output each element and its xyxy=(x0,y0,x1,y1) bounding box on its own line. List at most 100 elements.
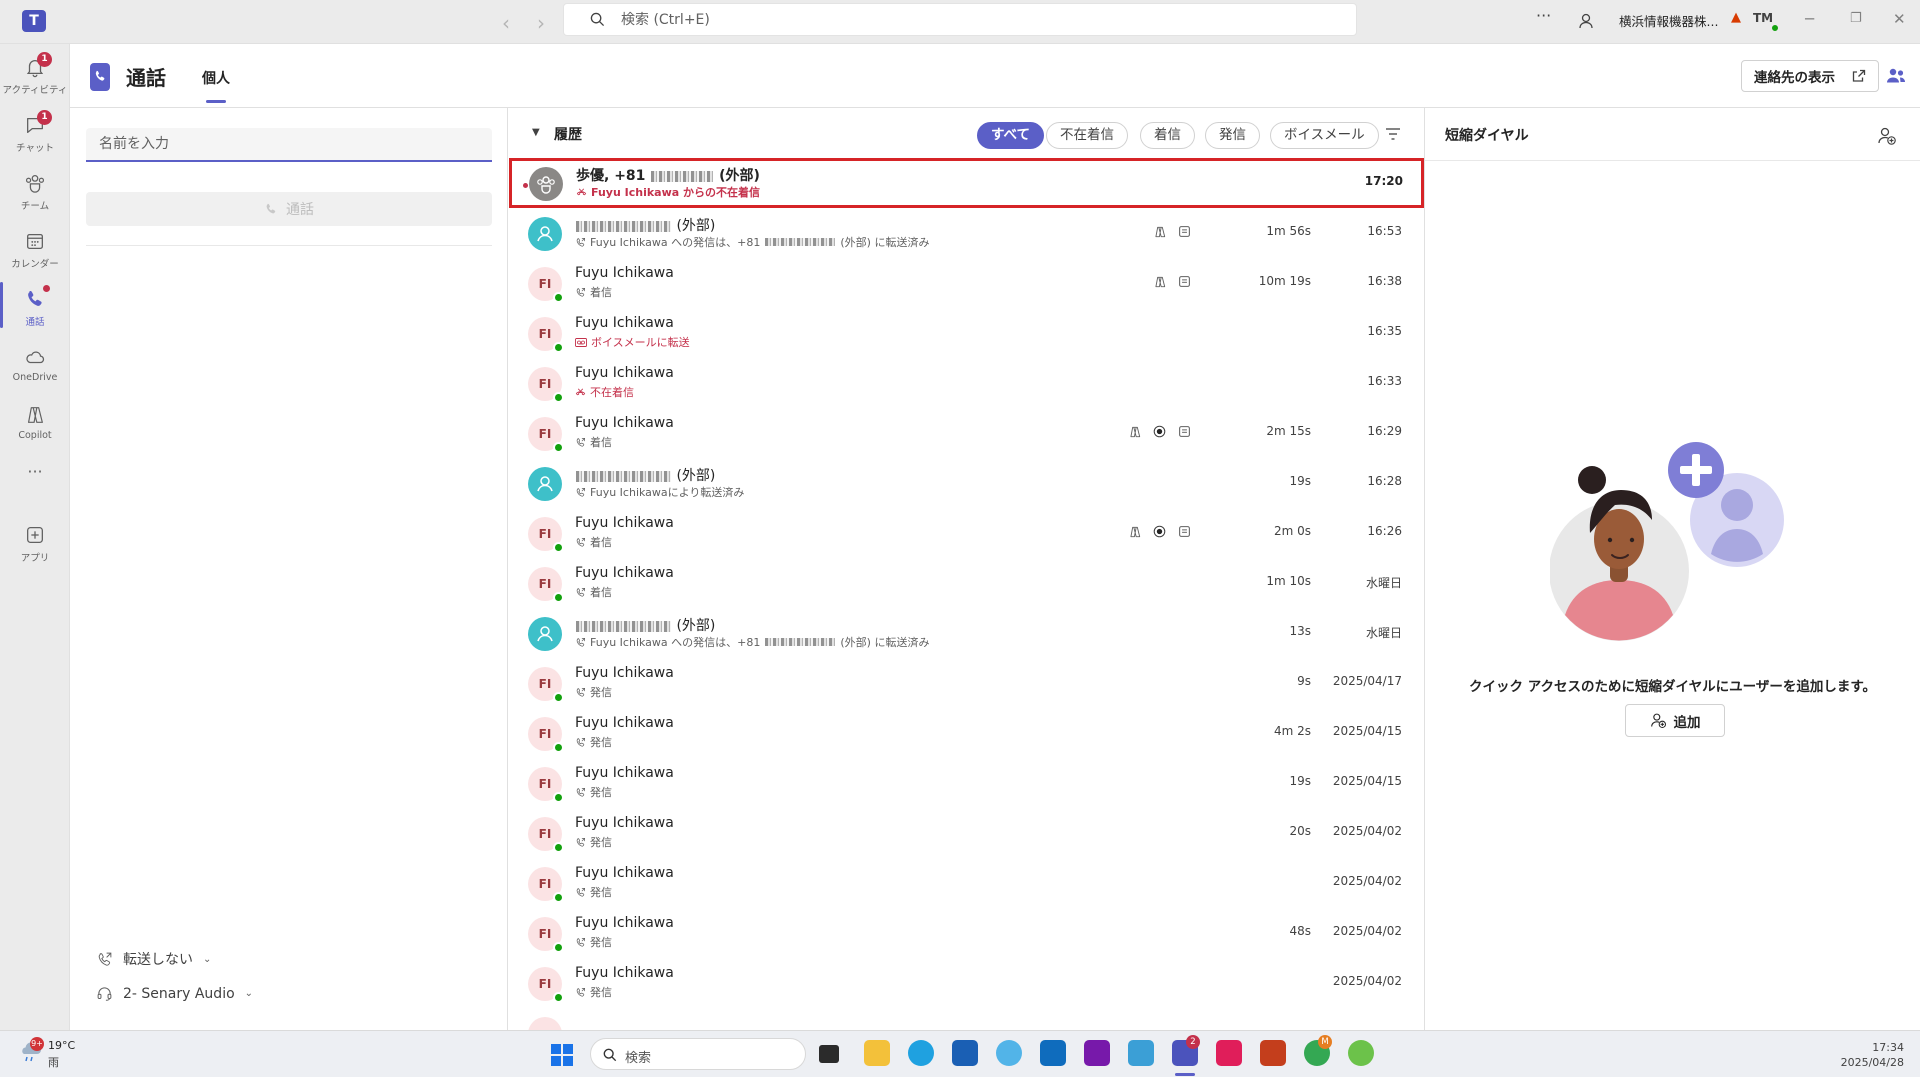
call-status: Fuyu Ichikawaにより転送済み xyxy=(575,484,744,500)
recap-icon[interactable] xyxy=(1178,225,1191,238)
call-direction-icon xyxy=(576,637,585,647)
copilot-icon[interactable] xyxy=(1128,425,1142,439)
recap-icon[interactable] xyxy=(1178,275,1191,288)
call-history-row[interactable]: FI Fuyu Ichikawa 着信 10m 19s 16:38 xyxy=(508,258,1424,308)
copilot-icon[interactable] xyxy=(1153,275,1167,289)
call-history-row-partial[interactable] xyxy=(508,1008,1424,1030)
call-status-text: Fuyu Ichikawaにより転送済み xyxy=(590,486,745,499)
system-clock[interactable]: 17:34 2025/04/28 xyxy=(1830,1040,1904,1070)
search-box[interactable] xyxy=(563,3,1357,36)
rail-item-calls[interactable]: 通話 xyxy=(0,282,70,336)
teams-icon xyxy=(25,175,45,193)
filter-outgoing-chip[interactable]: 発信 xyxy=(1205,122,1260,149)
warning-icon[interactable]: ▲ xyxy=(1731,10,1741,25)
call-history-row[interactable]: FI Fuyu Ichikawa 着信 1m 10s 水曜日 xyxy=(508,558,1424,608)
copilot-icon[interactable] xyxy=(1153,225,1167,239)
call-history-row[interactable]: (外部) Fuyu Ichikawa への発信は、+81 (外部) に転送済み 13s… xyxy=(508,608,1424,658)
call-duration: 1m 10s xyxy=(1266,574,1311,588)
slack-icon[interactable] xyxy=(1216,1040,1242,1066)
show-contacts-button[interactable]: 連絡先の表示 xyxy=(1741,60,1879,92)
call-history-row[interactable]: (外部) Fuyu Ichikawa への発信は、+81 (外部) に転送済み 1m … xyxy=(508,208,1424,258)
rail-item-apps[interactable]: アプリ xyxy=(0,518,70,572)
call-button[interactable]: 通話 xyxy=(86,192,492,226)
filter-voicemail-chip[interactable]: ボイスメール xyxy=(1270,122,1379,149)
call-history-panel: ▼ 履歴 すべて 不在着信 着信 発信 ボイスメール 歩優, +81 (外部) F… xyxy=(508,108,1425,1030)
task-view-icon[interactable] xyxy=(819,1045,839,1063)
rail-item-teams[interactable]: チーム xyxy=(0,166,70,220)
call-history-row[interactable]: FI Fuyu Ichikawa 発信 4m 2s 2025/04/15 xyxy=(508,708,1424,758)
forward-arrow-icon[interactable]: › xyxy=(537,11,545,35)
call-history-row-selected[interactable]: 歩優, +81 (外部) Fuyu Ichikawa からの不在着信 17:20 xyxy=(509,158,1424,208)
call-history-row[interactable]: FI Fuyu Ichikawa 発信 20s 2025/04/02 xyxy=(508,808,1424,858)
add-speed-dial-button[interactable]: 追加 xyxy=(1625,704,1725,737)
call-history-row[interactable]: (外部) Fuyu Ichikawaにより転送済み 19s 16:28 xyxy=(508,458,1424,508)
temperature: 19°C xyxy=(48,1039,76,1052)
call-forwarding-dropdown[interactable]: 転送しない ⌄ xyxy=(96,949,211,969)
audio-device-dropdown[interactable]: 2- Senary Audio ⌄ xyxy=(96,985,253,1002)
call-actions xyxy=(1128,425,1208,441)
call-history-row[interactable]: FI Fuyu Ichikawa 発信 9s 2025/04/17 xyxy=(508,658,1424,708)
weather-widget[interactable]: 9+ 19°C 雨 xyxy=(18,1037,75,1069)
tenant-name[interactable]: 横浜情報機器株... xyxy=(1619,11,1718,30)
call-duration: 4m 2s xyxy=(1273,724,1311,738)
name-input[interactable] xyxy=(86,128,492,162)
rail-item-copilot[interactable]: Copilot xyxy=(0,398,70,452)
browser-app-icon[interactable] xyxy=(996,1040,1022,1066)
recording-icon[interactable] xyxy=(1153,525,1166,538)
filter-icon[interactable] xyxy=(1385,127,1401,141)
history-header: ▼ 履歴 すべて 不在着信 着信 発信 ボイスメール xyxy=(508,108,1424,158)
taskbar-search[interactable]: 検索 xyxy=(590,1038,806,1070)
search-input[interactable] xyxy=(621,8,1321,32)
recap-icon[interactable] xyxy=(1178,525,1191,538)
filter-incoming-chip[interactable]: 着信 xyxy=(1140,122,1195,149)
recording-icon[interactable] xyxy=(1153,425,1166,438)
call-history-row[interactable]: FI Fuyu Ichikawa 着信 2m 0s 16:26 xyxy=(508,508,1424,558)
file-explorer-icon[interactable] xyxy=(864,1040,890,1066)
collapse-caret-icon[interactable]: ▼ xyxy=(532,127,540,138)
outlook-icon[interactable] xyxy=(1040,1040,1066,1066)
call-history-row[interactable]: FI Fuyu Ichikawa 発信 2025/04/02 xyxy=(508,958,1424,1008)
call-direction-icon xyxy=(576,687,585,697)
minimize-icon[interactable]: ─ xyxy=(1805,10,1814,28)
copilot-icon[interactable] xyxy=(1128,525,1142,539)
filter-all-chip[interactable]: すべて xyxy=(977,122,1045,149)
audio-device-label: 2- Senary Audio xyxy=(123,985,235,1002)
tab-personal[interactable]: 個人 xyxy=(202,68,230,88)
page-title: 通話 xyxy=(126,66,166,90)
microsoft-365-icon[interactable] xyxy=(1128,1040,1154,1066)
call-history-row[interactable]: FI Fuyu Ichikawa 発信 2025/04/02 xyxy=(508,858,1424,908)
rail-item-activity[interactable]: 1 アクティビティ xyxy=(0,50,70,104)
back-arrow-icon[interactable]: ‹ xyxy=(502,11,510,35)
people-pane-icon[interactable] xyxy=(1886,67,1906,85)
teams-logo-icon: T xyxy=(22,10,46,32)
call-history-row[interactable]: FI Fuyu Ichikawa 着信 2m 15s 16:29 xyxy=(508,408,1424,458)
call-history-row[interactable]: FI Fuyu Ichikawa 不在着信 16:33 xyxy=(508,358,1424,408)
app-icon[interactable] xyxy=(1348,1040,1374,1066)
edge-browser-icon[interactable] xyxy=(908,1040,934,1066)
org-people-icon[interactable] xyxy=(1577,11,1597,31)
more-options-button[interactable]: ··· xyxy=(1536,6,1551,25)
avatar-initials: FI xyxy=(538,327,552,341)
windows-start-icon[interactable] xyxy=(551,1044,573,1066)
call-history-row[interactable]: FI Fuyu Ichikawa 発信 48s 2025/04/02 xyxy=(508,908,1424,958)
onenote-icon[interactable] xyxy=(1084,1040,1110,1066)
rail-item-chat[interactable]: 1 チャット xyxy=(0,108,70,162)
rail-item-onedrive[interactable]: OneDrive xyxy=(0,340,70,394)
caller-name: Fuyu Ichikawa xyxy=(575,965,674,981)
filter-missed-chip[interactable]: 不在着信 xyxy=(1046,122,1128,149)
recap-icon[interactable] xyxy=(1178,425,1191,438)
call-status-text: 着信 xyxy=(590,586,612,599)
call-direction-icon xyxy=(576,787,585,797)
close-icon[interactable]: ✕ xyxy=(1893,10,1906,28)
restore-icon[interactable]: ❐ xyxy=(1850,11,1862,26)
store-icon[interactable] xyxy=(952,1040,978,1066)
call-status: Fuyu Ichikawa からの不在着信 xyxy=(576,184,760,200)
rail-more-apps[interactable]: ··· xyxy=(0,456,70,492)
call-history-row[interactable]: FI Fuyu Ichikawa 発信 19s 2025/04/15 xyxy=(508,758,1424,808)
call-history-row[interactable]: FI Fuyu Ichikawa ボイスメールに転送 16:35 xyxy=(508,308,1424,358)
avatar[interactable]: TM xyxy=(1753,11,1780,33)
add-contact-icon[interactable] xyxy=(1877,126,1897,146)
external-contact-avatar xyxy=(528,467,562,501)
powerpoint-icon[interactable] xyxy=(1260,1040,1286,1066)
rail-item-calendar[interactable]: カレンダー xyxy=(0,224,70,278)
